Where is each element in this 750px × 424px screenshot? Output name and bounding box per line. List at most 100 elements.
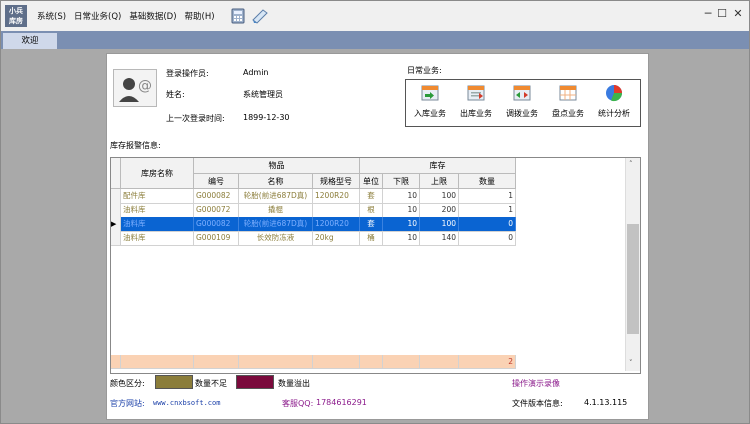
- outbound-business-button[interactable]: 出库业务: [454, 84, 498, 122]
- header-stock: 库存: [360, 158, 516, 174]
- current-row-indicator-icon[interactable]: ▶: [111, 217, 121, 232]
- business-toolbar: 入库业务 出库业务 调拨业务 盘点业务 统计分析: [405, 79, 641, 127]
- inventory-check-business-label: 盘点业务: [552, 109, 584, 118]
- pie-chart-icon: [606, 85, 623, 102]
- operator-value: Admin: [243, 68, 269, 77]
- cell-lower: 10: [383, 189, 420, 204]
- header-spec[interactable]: 规格型号: [313, 174, 360, 189]
- insufficient-label: 数量不足: [195, 379, 227, 388]
- total-cell: [121, 355, 194, 369]
- cell-warehouse: 油料库: [121, 203, 194, 218]
- menu-system[interactable]: 系统(S): [33, 10, 70, 22]
- total-row-header: [111, 355, 121, 369]
- row-header[interactable]: [111, 189, 121, 204]
- user-avatar-icon: @: [113, 69, 157, 107]
- table-row[interactable]: 油料库 G000109 长效防冻液 20kg 桶 10 140 0: [111, 231, 516, 246]
- outbound-business-label: 出库业务: [460, 109, 492, 118]
- outbound-icon: [467, 85, 485, 101]
- statistics-analysis-button[interactable]: 统计分析: [592, 84, 636, 122]
- app-logo: 小兵 库房: [5, 5, 27, 27]
- header-unit[interactable]: 单位: [360, 174, 383, 189]
- cell-name: 轮胎(前进687D真): [239, 217, 313, 232]
- welcome-panel: @ 登录操作员: Admin 姓名: 系统管理员 上一次登录时间: 1899-1…: [106, 53, 649, 420]
- cell-upper: 100: [420, 217, 459, 232]
- cell-code: G000082: [194, 189, 239, 204]
- calculator-icon[interactable]: [231, 8, 245, 24]
- header-code[interactable]: 编号: [194, 174, 239, 189]
- cell-code: G000109: [194, 231, 239, 246]
- menu-basic-data[interactable]: 基础数据(D): [125, 10, 180, 22]
- cell-warehouse: 油料库: [121, 217, 194, 232]
- cell-qty: 0: [459, 217, 516, 232]
- tab-bar: 欢迎: [1, 31, 749, 49]
- table-scrollbar[interactable]: ˄ ˅: [625, 158, 640, 371]
- cell-upper: 200: [420, 203, 459, 218]
- qq-label: 客服QQ:: [282, 399, 314, 408]
- stock-alert-title: 库存报警信息:: [110, 141, 161, 150]
- header-name[interactable]: 名称: [239, 174, 313, 189]
- notepad-icon[interactable]: [251, 8, 269, 24]
- website-link[interactable]: www.cnxbsoft.com: [153, 399, 220, 407]
- transfer-icon: [513, 85, 531, 101]
- total-cell: [313, 355, 360, 369]
- total-qty: 2: [459, 355, 516, 369]
- cell-qty: 0: [459, 231, 516, 246]
- cell-code: G000082: [194, 217, 239, 232]
- inbound-business-button[interactable]: 入库业务: [408, 84, 452, 122]
- inventory-check-business-button[interactable]: 盘点业务: [546, 84, 590, 122]
- table-total-row: 2: [111, 355, 516, 369]
- stock-alert-table[interactable]: 库房名称 物品 库存 编号 名称 规格型号 单位 下限 上限 数量 配件库 G00…: [110, 157, 641, 374]
- cell-unit: 根: [360, 203, 383, 218]
- cell-name: 长效防冻液: [239, 231, 313, 246]
- svg-text:@: @: [138, 78, 152, 94]
- cell-warehouse: 油料库: [121, 231, 194, 246]
- cell-upper: 140: [420, 231, 459, 246]
- inbound-icon: [421, 85, 439, 101]
- header-upper[interactable]: 上限: [420, 174, 459, 189]
- cell-name: 轮胎(前进687D真): [239, 189, 313, 204]
- insufficient-swatch: [155, 375, 193, 389]
- scroll-up-icon[interactable]: ˄: [629, 160, 633, 168]
- cell-lower: 10: [383, 217, 420, 232]
- cell-qty: 1: [459, 189, 516, 204]
- cell-spec: [313, 203, 360, 218]
- demo-video-link[interactable]: 操作演示录像: [512, 378, 560, 389]
- transfer-business-label: 调拨业务: [506, 109, 538, 118]
- website-label: 官方网站:: [110, 399, 145, 408]
- logo-line-2: 库房: [9, 17, 23, 25]
- last-login-label: 上一次登录时间:: [166, 114, 225, 123]
- cell-code: G000072: [194, 203, 239, 218]
- row-header-corner: [111, 158, 121, 189]
- cell-spec: 1200R20: [313, 189, 360, 204]
- cell-qty: 1: [459, 203, 516, 218]
- overflow-label: 数量溢出: [278, 379, 310, 388]
- table-row[interactable]: 油料库 G000072 撬棍 根 10 200 1: [111, 203, 516, 218]
- logo-line-1: 小兵: [9, 7, 23, 15]
- total-cell: [194, 355, 239, 369]
- statistics-analysis-label: 统计分析: [598, 109, 630, 118]
- row-header[interactable]: [111, 231, 121, 246]
- row-header[interactable]: [111, 203, 121, 218]
- close-icon[interactable]: ✕: [729, 7, 747, 20]
- header-warehouse[interactable]: 库房名称: [121, 158, 194, 189]
- scroll-down-icon[interactable]: ˅: [629, 359, 633, 367]
- table-row[interactable]: ▶ 油料库 G000082 轮胎(前进687D真) 1200R20 套 10 100 0: [111, 217, 516, 232]
- title-bar: 小兵 库房 系统(S) 日常业务(Q) 基础数据(D) 帮助(H) ─ ☐ ✕: [1, 1, 749, 31]
- app-window: 小兵 库房 系统(S) 日常业务(Q) 基础数据(D) 帮助(H) ─ ☐ ✕ …: [0, 0, 750, 424]
- cell-lower: 10: [383, 203, 420, 218]
- menu-bar: 系统(S) 日常业务(Q) 基础数据(D) 帮助(H): [33, 1, 219, 31]
- transfer-business-button[interactable]: 调拨业务: [500, 84, 544, 122]
- cell-warehouse: 配件库: [121, 189, 194, 204]
- total-cell: [383, 355, 420, 369]
- header-qty[interactable]: 数量: [459, 174, 516, 189]
- header-lower[interactable]: 下限: [383, 174, 420, 189]
- table-row[interactable]: 配件库 G000082 轮胎(前进687D真) 1200R20 套 10 100 1: [111, 189, 516, 204]
- menu-help[interactable]: 帮助(H): [181, 10, 219, 22]
- tab-welcome[interactable]: 欢迎: [3, 33, 57, 49]
- header-goods: 物品: [194, 158, 360, 174]
- menu-daily-business[interactable]: 日常业务(Q): [70, 10, 125, 22]
- cell-name: 撬棍: [239, 203, 313, 218]
- operator-label: 登录操作员:: [166, 69, 209, 78]
- scrollbar-thumb[interactable]: [627, 224, 639, 334]
- business-title: 日常业务:: [407, 66, 442, 75]
